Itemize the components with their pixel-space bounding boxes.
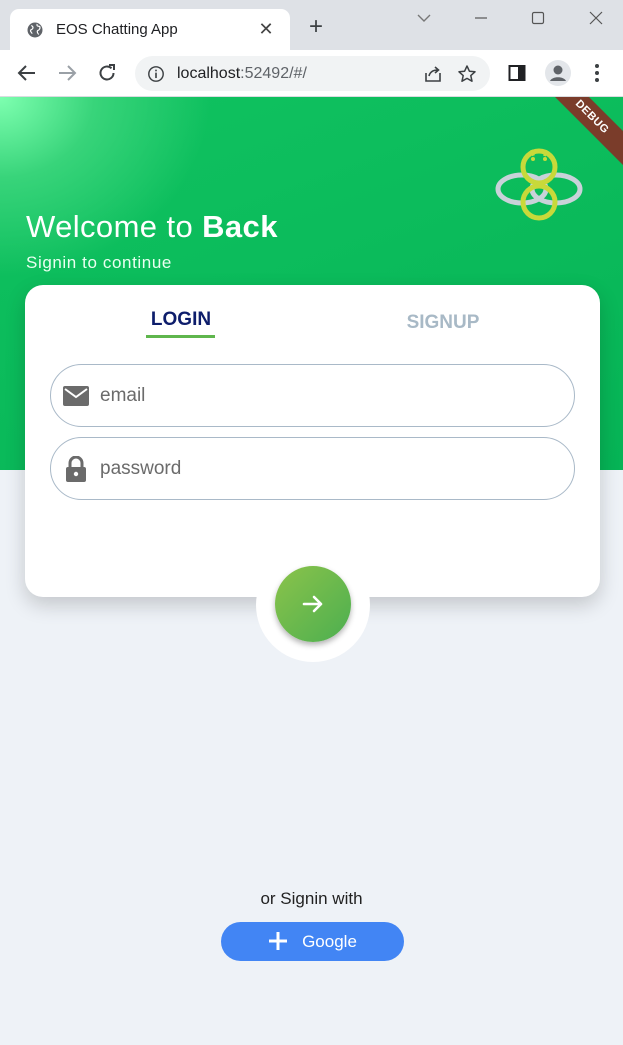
reload-icon[interactable] [95, 61, 119, 85]
welcome-heading: Welcome to Back [26, 209, 278, 244]
url-text[interactable]: localhost:52492/#/ [177, 65, 422, 83]
tab-title: EOS Chatting App [56, 21, 178, 38]
tab-close-icon[interactable]: ✕ [256, 19, 276, 40]
lock-icon [63, 455, 89, 482]
profile-avatar-icon[interactable] [544, 59, 572, 87]
window-close-icon[interactable] [583, 6, 609, 30]
more-menu-icon[interactable] [585, 61, 609, 85]
minimize-icon[interactable] [468, 6, 494, 30]
email-input[interactable] [100, 384, 520, 407]
or-signin-label: or Signin with [260, 889, 363, 908]
forward-arrow-icon[interactable] [55, 61, 79, 85]
app-logo-icon [495, 148, 583, 221]
browser-toolbar: localhost:52492/#/ [0, 50, 623, 97]
plus-icon [268, 928, 288, 956]
side-panel-icon[interactable] [505, 61, 529, 85]
tab-signup[interactable]: SIGNUP [405, 312, 481, 334]
app-viewport: Welcome to Back Signin to continue DEBUG… [0, 97, 623, 1045]
new-tab-button[interactable]: + [304, 15, 328, 40]
globe-icon [27, 22, 43, 37]
info-icon[interactable] [147, 65, 165, 83]
password-field[interactable] [50, 437, 575, 500]
welcome-subtitle: Signin to continue [26, 253, 172, 272]
browser-tab[interactable]: EOS Chatting App ✕ [10, 9, 290, 50]
address-bar[interactable]: localhost:52492/#/ [135, 56, 490, 91]
email-field[interactable] [50, 364, 575, 427]
google-button-label: Google [302, 931, 357, 951]
chevron-down-icon[interactable] [411, 6, 437, 30]
browser-tab-strip: EOS Chatting App ✕ + [0, 0, 623, 50]
password-input[interactable] [100, 457, 520, 480]
active-tab-indicator [146, 335, 215, 338]
maximize-icon[interactable] [525, 6, 551, 30]
arrow-right-icon [302, 595, 323, 613]
mail-icon [63, 383, 89, 409]
google-signin-button[interactable]: Google [221, 922, 404, 961]
tab-login[interactable]: LOGIN [147, 309, 215, 331]
bookmark-star-icon[interactable] [456, 63, 478, 85]
submit-button[interactable] [275, 566, 351, 642]
share-icon[interactable] [422, 63, 444, 85]
back-arrow-icon[interactable] [15, 61, 39, 85]
